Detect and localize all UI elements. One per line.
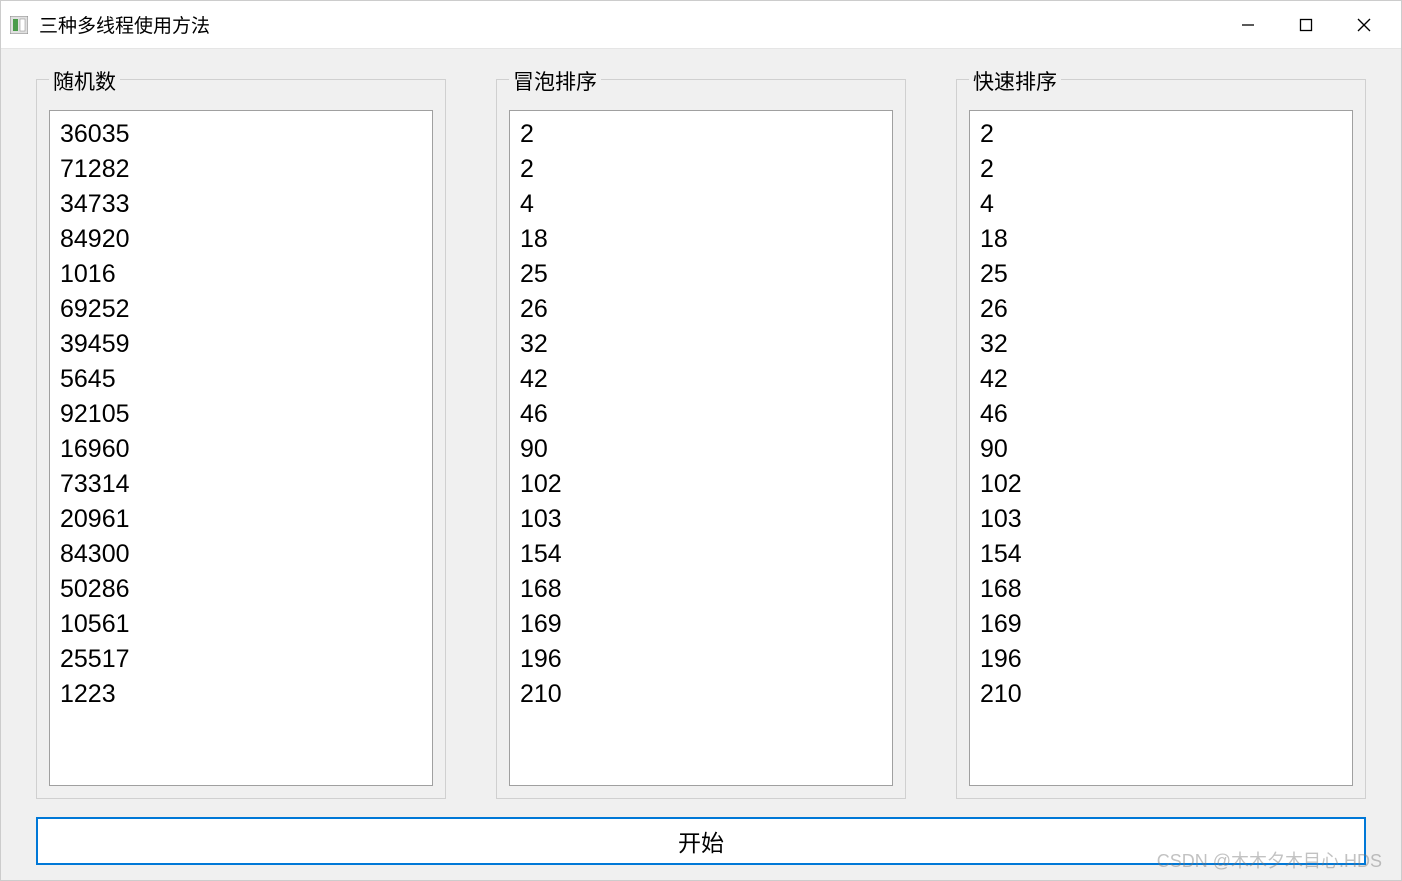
list-item[interactable]: 210	[520, 677, 882, 712]
minimize-button[interactable]	[1219, 1, 1277, 49]
list-item[interactable]: 26	[520, 292, 882, 327]
window-controls	[1219, 1, 1393, 49]
list-item[interactable]: 103	[520, 502, 882, 537]
list-item[interactable]: 168	[980, 572, 1342, 607]
close-button[interactable]	[1335, 1, 1393, 49]
list-item[interactable]: 103	[980, 502, 1342, 537]
list-item[interactable]: 32	[980, 327, 1342, 362]
listbox-quick[interactable]: 22418252632424690102103154168169196210	[969, 110, 1353, 786]
list-item[interactable]: 102	[980, 467, 1342, 502]
list-item[interactable]: 25517	[60, 642, 422, 677]
list-item[interactable]: 210	[980, 677, 1342, 712]
list-item[interactable]: 1016	[60, 257, 422, 292]
button-row: 开始	[36, 799, 1366, 865]
list-item[interactable]: 2	[980, 117, 1342, 152]
app-icon	[9, 15, 29, 35]
list-item[interactable]: 73314	[60, 467, 422, 502]
group-bubble-title: 冒泡排序	[509, 66, 601, 96]
list-item[interactable]: 20961	[60, 502, 422, 537]
list-item[interactable]: 90	[520, 432, 882, 467]
list-item[interactable]: 2	[980, 152, 1342, 187]
list-item[interactable]: 50286	[60, 572, 422, 607]
group-quick-title: 快速排序	[969, 66, 1061, 96]
list-item[interactable]: 92105	[60, 397, 422, 432]
list-item[interactable]: 2	[520, 117, 882, 152]
list-item[interactable]: 26	[980, 292, 1342, 327]
window-title: 三种多线程使用方法	[39, 11, 1219, 38]
start-button[interactable]: 开始	[36, 817, 1366, 865]
list-item[interactable]: 39459	[60, 327, 422, 362]
list-item[interactable]: 154	[520, 537, 882, 572]
group-quick-sort: 快速排序 22418252632424690102103154168169196…	[956, 79, 1366, 799]
application-window: 三种多线程使用方法 随机数 36035712823473384920101669…	[0, 0, 1402, 881]
list-item[interactable]: 5645	[60, 362, 422, 397]
list-item[interactable]: 4	[520, 187, 882, 222]
maximize-button[interactable]	[1277, 1, 1335, 49]
list-item[interactable]: 42	[520, 362, 882, 397]
listbox-random[interactable]: 3603571282347338492010166925239459564592…	[49, 110, 433, 786]
list-item[interactable]: 168	[520, 572, 882, 607]
list-item[interactable]: 34733	[60, 187, 422, 222]
list-item[interactable]: 18	[980, 222, 1342, 257]
list-item[interactable]: 196	[980, 642, 1342, 677]
list-item[interactable]: 25	[520, 257, 882, 292]
group-random-title: 随机数	[49, 66, 120, 96]
list-item[interactable]: 25	[980, 257, 1342, 292]
list-item[interactable]: 1223	[60, 677, 422, 712]
list-item[interactable]: 169	[520, 607, 882, 642]
list-item[interactable]: 46	[980, 397, 1342, 432]
list-item[interactable]: 196	[520, 642, 882, 677]
list-item[interactable]: 32	[520, 327, 882, 362]
list-item[interactable]: 69252	[60, 292, 422, 327]
list-item[interactable]: 154	[980, 537, 1342, 572]
list-item[interactable]: 10561	[60, 607, 422, 642]
list-item[interactable]: 36035	[60, 117, 422, 152]
titlebar[interactable]: 三种多线程使用方法	[1, 1, 1401, 49]
list-item[interactable]: 169	[980, 607, 1342, 642]
content-area: 随机数 360357128234733849201016692523945956…	[1, 49, 1401, 880]
list-item[interactable]: 16960	[60, 432, 422, 467]
group-random: 随机数 360357128234733849201016692523945956…	[36, 79, 446, 799]
list-item[interactable]: 71282	[60, 152, 422, 187]
list-item[interactable]: 42	[980, 362, 1342, 397]
list-item[interactable]: 46	[520, 397, 882, 432]
list-item[interactable]: 90	[980, 432, 1342, 467]
listbox-bubble[interactable]: 22418252632424690102103154168169196210	[509, 110, 893, 786]
list-item[interactable]: 84300	[60, 537, 422, 572]
groups-row: 随机数 360357128234733849201016692523945956…	[36, 79, 1366, 799]
list-item[interactable]: 18	[520, 222, 882, 257]
list-item[interactable]: 102	[520, 467, 882, 502]
list-item[interactable]: 84920	[60, 222, 422, 257]
group-bubble-sort: 冒泡排序 22418252632424690102103154168169196…	[496, 79, 906, 799]
list-item[interactable]: 2	[520, 152, 882, 187]
list-item[interactable]: 4	[980, 187, 1342, 222]
